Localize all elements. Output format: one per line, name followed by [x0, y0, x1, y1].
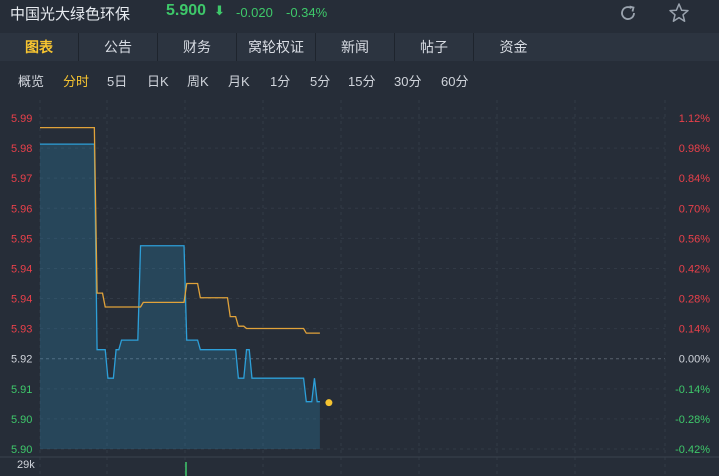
- right-axis-label: 0.14%: [679, 324, 710, 336]
- volume-axis-label: 29k: [17, 459, 35, 471]
- tab-warrants[interactable]: 窝轮权证: [237, 33, 316, 61]
- tab-news[interactable]: 新闻: [316, 33, 395, 61]
- star-icon[interactable]: [668, 2, 690, 24]
- left-axis-label: 5.90: [11, 414, 32, 426]
- down-arrow-icon: ⬇: [214, 3, 225, 18]
- right-axis-label: 0.84%: [679, 173, 710, 185]
- period-60min[interactable]: 60分: [441, 71, 468, 90]
- period-daily-k[interactable]: 日K: [147, 71, 169, 90]
- period-30min[interactable]: 30分: [394, 71, 421, 90]
- chart-canvas: 5.99 1.12% 5.98 0.98% 5.97 0.84% 5.96 0.70% 5.95…: [0, 100, 719, 476]
- intraday-chart[interactable]: 5.99 1.12% 5.98 0.98% 5.97 0.84% 5.96 0.70% 5.95…: [0, 100, 719, 476]
- left-axis-label: 5.92: [11, 354, 32, 366]
- left-axis-label: 5.91: [11, 384, 32, 396]
- tab-financials[interactable]: 财务: [158, 33, 237, 61]
- tab-capital-flow[interactable]: 资金: [474, 33, 553, 61]
- period-weekly-k[interactable]: 周K: [187, 71, 209, 90]
- main-tabs: 图表 公告 财务 窝轮权证 新闻 帖子 资金: [0, 33, 719, 61]
- tab-announcements[interactable]: 公告: [79, 33, 158, 61]
- period-5day[interactable]: 5日: [107, 71, 127, 90]
- stock-header: 中国光大绿色环保 5.900 ⬇ -0.020 -0.34%: [0, 0, 719, 28]
- right-axis-label: -0.42%: [675, 444, 710, 456]
- left-axis-label: 5.97: [11, 173, 32, 185]
- period-15min[interactable]: 15分: [348, 71, 375, 90]
- right-axis-label: 0.28%: [679, 294, 710, 306]
- period-monthly-k[interactable]: 月K: [228, 71, 250, 90]
- left-axis-label: 5.99: [11, 113, 32, 125]
- left-axis-label: 5.98: [11, 143, 32, 155]
- period-overview[interactable]: 概览: [18, 71, 44, 90]
- right-axis-label: 0.00%: [679, 354, 710, 366]
- right-axis-label: 1.12%: [679, 113, 710, 125]
- refresh-icon[interactable]: [617, 2, 639, 24]
- left-axis-label: 5.90: [11, 444, 32, 456]
- left-axis-label: 5.94: [11, 294, 32, 306]
- left-axis-label: 5.96: [11, 203, 32, 215]
- tab-chart[interactable]: 图表: [0, 33, 79, 61]
- price-area: [40, 144, 320, 450]
- stock-name: 中国光大绿色环保: [10, 6, 131, 23]
- period-selector: 概览 分时 5日 日K 周K 月K 1分 5分 15分 30分 60分: [0, 68, 719, 90]
- right-axis-label: 0.56%: [679, 233, 710, 245]
- left-axis-label: 5.95: [11, 233, 32, 245]
- current-price: 5.900: [166, 2, 207, 19]
- right-axis-label: 0.98%: [679, 143, 710, 155]
- right-axis-label: 0.42%: [679, 263, 710, 275]
- left-axis-label: 5.94: [11, 263, 32, 275]
- period-1min[interactable]: 1分: [270, 71, 290, 90]
- price-change-percent: -0.34%: [286, 5, 328, 20]
- right-axis-label: 0.70%: [679, 203, 710, 215]
- right-axis-label: -0.14%: [675, 384, 710, 396]
- period-intraday[interactable]: 分时: [63, 71, 89, 90]
- left-axis-label: 5.93: [11, 324, 32, 336]
- price-change: -0.020: [236, 5, 273, 20]
- right-axis-label: -0.28%: [675, 414, 710, 426]
- period-5min[interactable]: 5分: [310, 71, 330, 90]
- last-price-marker: [325, 399, 333, 407]
- tab-posts[interactable]: 帖子: [395, 33, 474, 61]
